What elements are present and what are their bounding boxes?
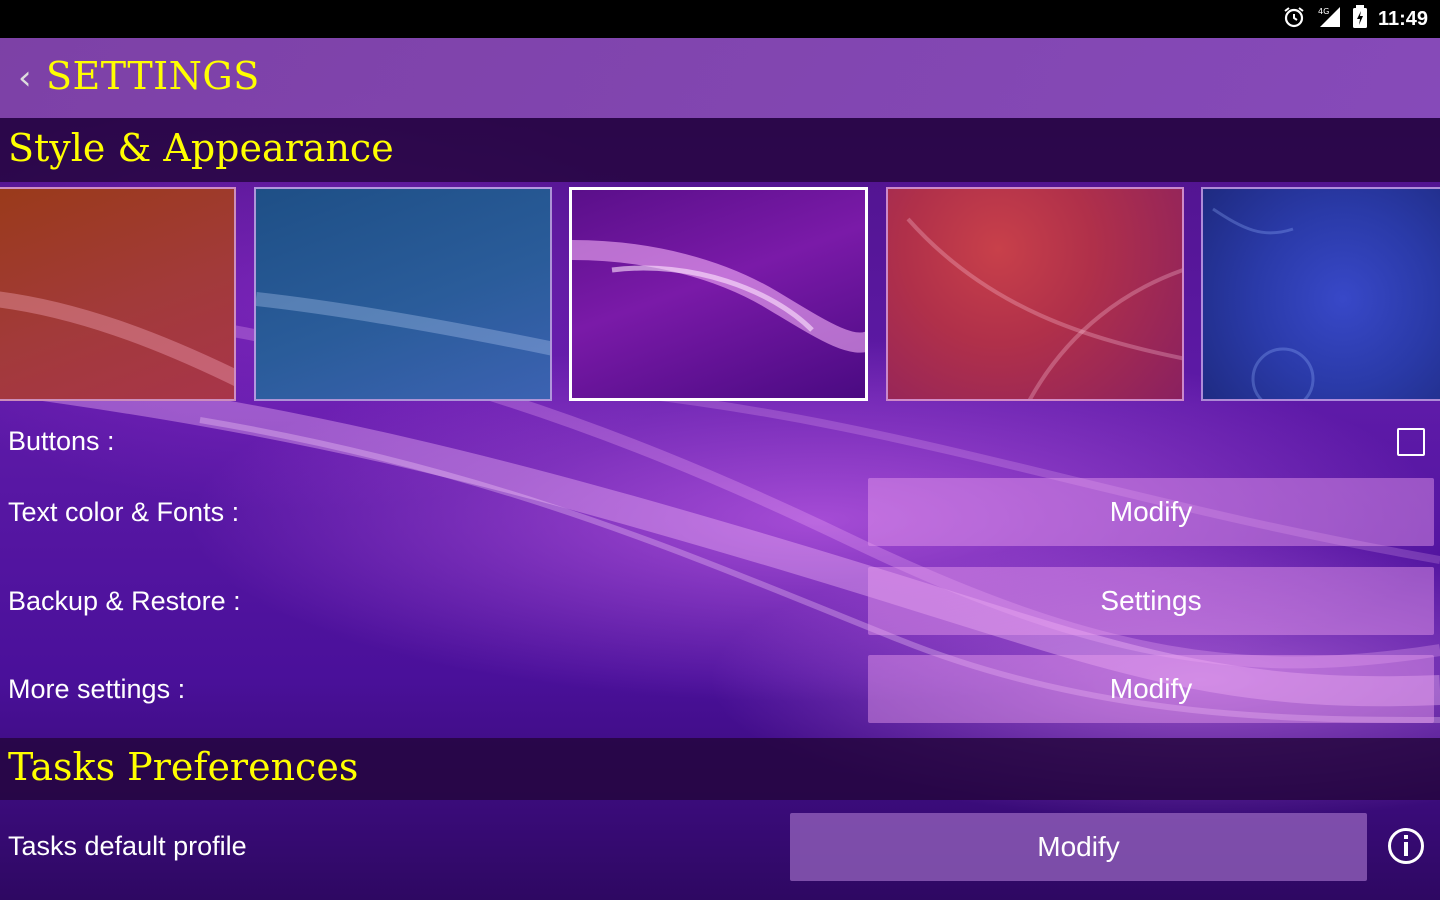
text-color-modify-button[interactable]: Modify: [868, 478, 1434, 546]
section-style-header: Style & Appearance: [0, 118, 1440, 182]
chevron-left-icon[interactable]: ‹: [18, 58, 32, 98]
text-color-label: Text color & Fonts :: [8, 497, 240, 527]
section-title-tasks: Tasks Preferences: [8, 745, 359, 789]
more-settings-label: More settings :: [8, 674, 186, 704]
theme-thumbnail-red[interactable]: [886, 187, 1184, 401]
svg-text:4G: 4G: [1318, 7, 1329, 16]
theme-thumbnail-blue[interactable]: [254, 187, 552, 401]
tasks-profile-label: Tasks default profile: [8, 831, 247, 861]
backup-settings-button[interactable]: Settings: [868, 567, 1434, 635]
page-title[interactable]: SETTINGS: [46, 54, 260, 98]
more-settings-modify-button[interactable]: Modify: [868, 655, 1434, 723]
status-bar: 4G 11:49: [0, 0, 1440, 38]
tasks-profile-modify-button[interactable]: Modify: [790, 813, 1367, 881]
theme-thumbnail-purple[interactable]: [569, 187, 868, 401]
buttons-checkbox[interactable]: [1397, 428, 1425, 456]
backup-restore-label: Backup & Restore :: [8, 586, 241, 616]
signal-icon: 4G: [1316, 5, 1342, 33]
theme-thumbnail-orange[interactable]: [0, 187, 236, 401]
info-icon[interactable]: [1386, 826, 1426, 870]
app-bar: ‹ SETTINGS: [0, 38, 1440, 118]
alarm-icon: [1282, 5, 1306, 33]
status-icons: 4G 11:49: [1282, 5, 1428, 33]
section-tasks-header: Tasks Preferences: [0, 738, 1440, 800]
battery-icon: [1352, 5, 1368, 33]
buttons-label: Buttons :: [8, 426, 115, 456]
status-time: 11:49: [1377, 7, 1428, 30]
theme-thumbnail-dark-blue[interactable]: [1201, 187, 1440, 401]
section-title-style: Style & Appearance: [8, 126, 394, 170]
